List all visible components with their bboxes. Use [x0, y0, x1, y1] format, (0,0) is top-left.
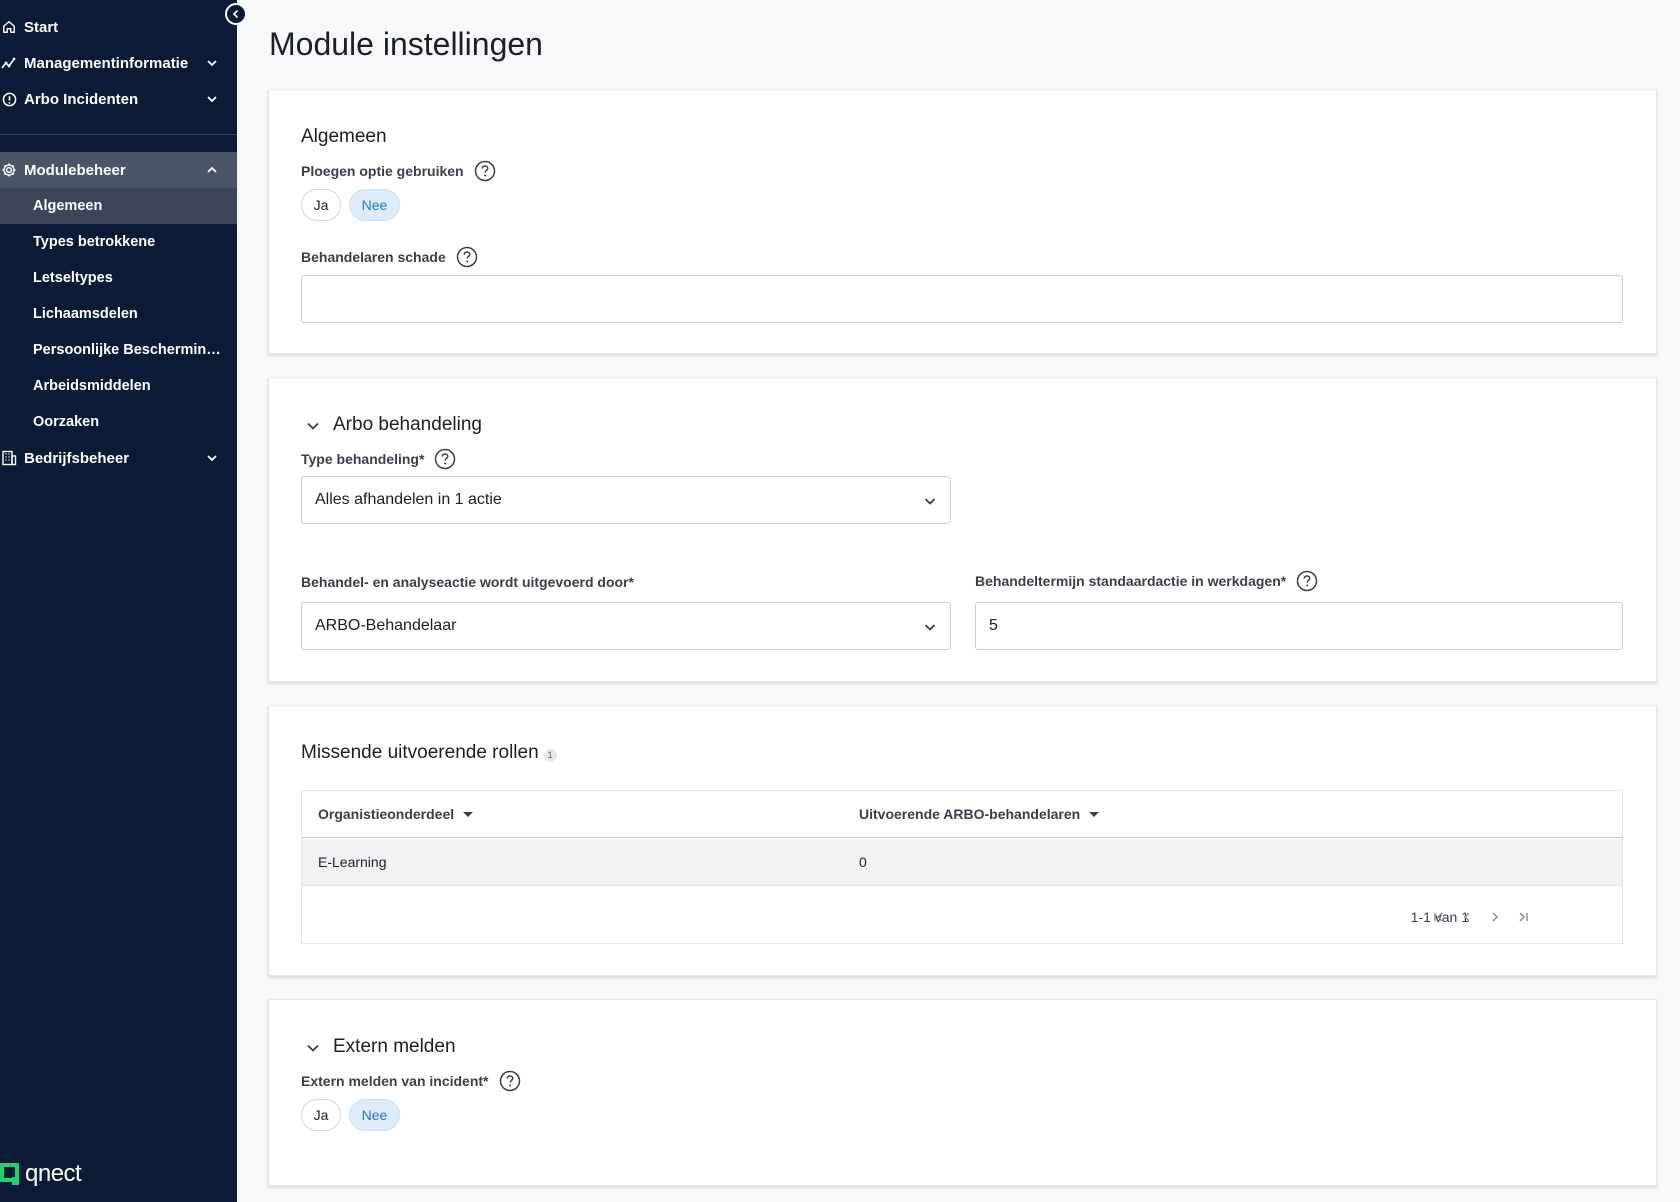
sort-caret-icon: [1089, 811, 1100, 817]
uitgevoerd-door-select[interactable]: ARBO-Behandelaar: [301, 602, 951, 650]
sidebar-divider: [0, 134, 237, 135]
field-label-uitgevoerd-door: Behandel- en analyseactie wordt uitgevoe…: [301, 574, 634, 590]
sidebar-subitem-label: Lichaamsdelen: [33, 306, 138, 322]
last-page-icon[interactable]: [1514, 908, 1532, 926]
sidebar-subitem-algemeen[interactable]: Algemeen: [0, 188, 237, 224]
sidebar-collapse-button[interactable]: [225, 3, 247, 25]
card-algemeen: Algemeen Ploegen optie gebruiken Ja Nee …: [268, 89, 1657, 354]
sidebar-subitem-label: Persoonlijke Beschermingsmiddelen: [33, 342, 221, 358]
sidebar-subitem-label: Letseltypes: [33, 270, 113, 286]
table-row[interactable]: E-Learning 0: [302, 839, 1622, 886]
sidebar-item-arbo-incidenten[interactable]: Arbo Incidenten: [0, 81, 237, 117]
sidebar-item-label: Bedrijfsbeheer: [24, 449, 130, 467]
sidebar-item-label: Arbo Incidenten: [24, 90, 139, 108]
column-header-label: Uitvoerende ARBO-behandelaren: [859, 806, 1081, 822]
page-title: Module instellingen: [269, 26, 543, 62]
sidebar-subitem-arbeidsmiddelen[interactable]: Arbeidsmiddelen: [0, 368, 237, 404]
missende-rollen-table: Organistieonderdeel Uitvoerende ARBO-beh…: [301, 790, 1623, 944]
gear-icon: [0, 161, 18, 179]
help-icon[interactable]: [1296, 570, 1318, 592]
help-icon[interactable]: [474, 160, 496, 182]
chevron-down-icon: [204, 55, 220, 71]
table-cell: 0: [859, 854, 867, 870]
chevron-left-icon: [232, 9, 239, 19]
chevron-down-icon: [204, 91, 220, 107]
sidebar-subitem-oorzaken[interactable]: Oorzaken: [0, 404, 237, 440]
sidebar-item-label: Modulebeheer: [24, 161, 126, 179]
field-label-behandeltermijn: Behandeltermijn standaardactie in werkda…: [975, 570, 1318, 592]
prev-page-icon[interactable]: [1458, 908, 1476, 926]
card-arbo-behandeling: Arbo behandeling Type behandeling* Alles…: [268, 377, 1657, 682]
chevron-down-icon: [922, 619, 938, 635]
sidebar-item-modulebeheer[interactable]: Modulebeheer: [0, 152, 237, 188]
help-icon[interactable]: [434, 448, 456, 470]
section-title-algemeen: Algemeen: [301, 126, 387, 147]
extern-option-ja[interactable]: Ja: [301, 1099, 341, 1131]
ploegen-option-nee[interactable]: Nee: [349, 189, 400, 221]
chevron-down-icon: [204, 450, 220, 466]
section-title-missende: Missende uitvoerende rollen 1: [301, 742, 557, 764]
select-value: ARBO-Behandelaar: [315, 617, 457, 634]
field-label-extern-melden: Extern melden van incident*: [301, 1070, 521, 1092]
sidebar-subitem-letseltypes[interactable]: Letseltypes: [0, 260, 237, 296]
column-header-organisatieonderdeel[interactable]: Organistieonderdeel: [318, 806, 474, 822]
next-page-icon[interactable]: [1486, 908, 1504, 926]
sidebar-item-managementinformatie[interactable]: Managementinformatie: [0, 45, 237, 81]
card-extern-melden: Extern melden Extern melden van incident…: [268, 999, 1657, 1186]
select-value: Alles afhandelen in 1 actie: [315, 491, 502, 508]
logo-text: qnect: [25, 1160, 82, 1187]
help-icon[interactable]: [456, 246, 478, 268]
count-badge: 1: [543, 748, 557, 762]
sidebar-item-bedrijfsbeheer[interactable]: Bedrijfsbeheer: [0, 440, 237, 476]
sidebar-subitem-label: Oorzaken: [33, 414, 100, 430]
column-header-label: Organistieonderdeel: [318, 806, 455, 822]
field-label-text: Behandeltermijn standaardactie in werkda…: [975, 573, 1287, 589]
chart-icon: [0, 54, 18, 72]
field-label-type-behandeling: Type behandeling*: [301, 448, 456, 470]
building-icon: [0, 449, 18, 467]
logo: qnect: [0, 1160, 82, 1188]
type-behandeling-select[interactable]: Alles afhandelen in 1 actie: [301, 476, 951, 524]
chevron-up-icon: [204, 162, 220, 178]
sidebar: Start Managementinformatie Arbo Incident…: [0, 0, 237, 1202]
field-label-text: Extern melden van incident*: [301, 1073, 489, 1089]
table-cell: E-Learning: [318, 854, 387, 870]
sidebar-subitem-types-betrokkene[interactable]: Types betrokkene: [0, 224, 237, 260]
sidebar-subitem-label: Algemeen: [33, 198, 103, 214]
home-icon: [0, 18, 18, 36]
logo-mark-icon: [0, 1163, 19, 1185]
section-title-extern: Extern melden: [333, 1036, 456, 1057]
first-page-icon[interactable]: [1430, 908, 1448, 926]
chevron-down-icon[interactable]: [305, 1040, 321, 1056]
field-label-text: Ploegen optie gebruiken: [301, 163, 464, 179]
sidebar-subitem-label: Types betrokkene: [33, 234, 156, 250]
section-title-arbo: Arbo behandeling: [333, 414, 482, 435]
sidebar-subitem-lichaamsdelen[interactable]: Lichaamsdelen: [0, 296, 237, 332]
chevron-down-icon: [922, 493, 938, 509]
extern-option-nee[interactable]: Nee: [349, 1099, 400, 1131]
table-header-row: Organistieonderdeel Uitvoerende ARBO-beh…: [302, 791, 1622, 838]
behandeltermijn-input[interactable]: 5: [975, 602, 1623, 650]
sort-caret-icon: [463, 811, 474, 817]
field-label-text: Type behandeling*: [301, 451, 425, 467]
alert-icon: [0, 90, 18, 108]
help-icon[interactable]: [499, 1070, 521, 1092]
section-title-text: Missende uitvoerende rollen: [301, 742, 539, 763]
sidebar-item-start[interactable]: Start: [0, 9, 237, 45]
ploegen-option-ja[interactable]: Ja: [301, 189, 341, 221]
field-label-text: Behandelaren schade: [301, 249, 446, 265]
field-label-ploegen: Ploegen optie gebruiken: [301, 160, 496, 182]
chevron-down-icon[interactable]: [305, 418, 321, 434]
sidebar-subitem-persoonlijke-beschermingsmiddelen[interactable]: Persoonlijke Beschermingsmiddelen: [0, 332, 237, 368]
field-label-text: Behandel- en analyseactie wordt uitgevoe…: [301, 574, 634, 590]
column-header-uitvoerende[interactable]: Uitvoerende ARBO-behandelaren: [859, 806, 1100, 822]
sidebar-subitem-label: Arbeidsmiddelen: [33, 378, 151, 394]
card-missende-rollen: Missende uitvoerende rollen 1 Organistieo…: [268, 705, 1657, 976]
behandelaren-schade-input[interactable]: [301, 275, 1623, 323]
sidebar-item-label: Start: [24, 18, 59, 36]
field-label-behandelaren: Behandelaren schade: [301, 246, 478, 268]
sidebar-item-label: Managementinformatie: [24, 54, 189, 72]
